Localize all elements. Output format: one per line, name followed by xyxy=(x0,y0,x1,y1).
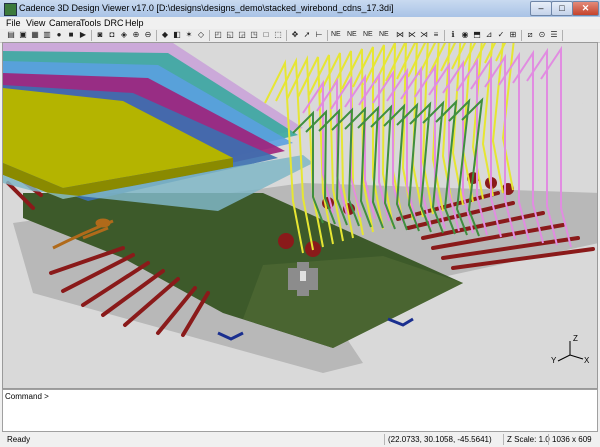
play-icon[interactable]: ▶ xyxy=(78,30,88,40)
axis-y-label: Y xyxy=(551,356,557,365)
view-left-icon[interactable]: ◲ xyxy=(237,30,247,40)
net-text-button[interactable]: NE xyxy=(331,30,341,40)
save-as-icon[interactable]: ▦ xyxy=(30,30,40,40)
status-dimensions: 1036 x 609 xyxy=(548,434,592,445)
tree-icon[interactable]: ⊞ xyxy=(508,30,518,40)
camera-icon[interactable]: ◙ xyxy=(95,30,105,40)
net-text-button[interactable]: NE xyxy=(363,30,373,40)
menu-tools[interactable]: Tools xyxy=(80,17,101,29)
toolbar-separator xyxy=(562,30,563,41)
snapshot-icon[interactable]: ◘ xyxy=(107,30,117,40)
shape-icon[interactable]: ⬒ xyxy=(472,30,482,40)
toolbar: ▤ ▣ ▦ ▥ ● ■ ▶ ◙ ◘ ◈ ⊕ ⊖ ◆ ◧ ✶ ◇ ◰ ◱ ◲ ◳ □ ⬚ ✥ ➚ ⊢ NE NE NE NE ⋈ ⋉ ⋊ ≡ ℹ ◉ ⬒… xyxy=(0,29,600,43)
net-highlight-icon[interactable]: ⋉ xyxy=(407,30,417,40)
ruler-icon[interactable]: ⊿ xyxy=(484,30,494,40)
command-panel[interactable]: Command > xyxy=(2,389,598,432)
view-fit-icon[interactable]: ⬚ xyxy=(273,30,283,40)
layers-panel-icon[interactable]: ☰ xyxy=(549,30,559,40)
net-clear-icon[interactable]: ⋊ xyxy=(419,30,429,40)
maximize-button[interactable]: □ xyxy=(551,1,573,16)
status-coordinates: (22.0733, 30.1058, -45.5641) xyxy=(384,434,492,445)
status-ready: Ready xyxy=(7,435,31,444)
folder-open-icon[interactable]: ▤ xyxy=(6,30,16,40)
toolbar-separator xyxy=(209,30,210,41)
net-text-button[interactable]: NE xyxy=(379,30,389,40)
toolbar-separator xyxy=(444,30,445,41)
pin-icon[interactable]: ⊙ xyxy=(537,30,547,40)
view-box-icon[interactable]: □ xyxy=(261,30,271,40)
cross-section-icon[interactable]: ⧄ xyxy=(525,30,535,40)
status-bar: Ready (22.0733, 30.1058, -45.5641) Z Sca… xyxy=(0,432,600,447)
menu-help[interactable]: Help xyxy=(125,17,144,29)
view-iso-icon[interactable]: ◰ xyxy=(213,30,223,40)
zoom-out-icon[interactable]: ⊖ xyxy=(143,30,153,40)
measure-icon[interactable]: ⊢ xyxy=(314,30,324,40)
axis-x-label: X xyxy=(584,356,590,365)
menu-bar: File View Camera Tools DRC Help xyxy=(0,17,600,29)
net-text-button[interactable]: NE xyxy=(347,30,357,40)
net-list-icon[interactable]: ≡ xyxy=(431,30,441,40)
toolbar-separator xyxy=(286,30,287,41)
menu-view[interactable]: View xyxy=(26,17,45,29)
select-icon[interactable]: ➚ xyxy=(302,30,312,40)
pcb-3d-scene: Z Y X xyxy=(3,43,597,388)
check-icon[interactable]: ✓ xyxy=(496,30,506,40)
axis-z-label: Z xyxy=(573,334,578,343)
die-stack xyxy=(3,43,313,211)
stop-icon[interactable]: ■ xyxy=(66,30,76,40)
save-icon[interactable]: ▣ xyxy=(18,30,28,40)
menu-camera[interactable]: Camera xyxy=(49,17,81,29)
window-title: Cadence 3D Design Viewer v17.0 [D:\desig… xyxy=(19,3,394,13)
layer-icon[interactable]: ◧ xyxy=(172,30,182,40)
zoom-in-icon[interactable]: ⊕ xyxy=(131,30,141,40)
status-zscale: Z Scale: 1.0 xyxy=(503,434,550,445)
toolbar-separator xyxy=(91,30,92,41)
toolbar-separator xyxy=(156,30,157,41)
color-icon[interactable]: ◆ xyxy=(160,30,170,40)
render-icon[interactable]: ◈ xyxy=(119,30,129,40)
toolbar-separator xyxy=(521,30,522,41)
3d-viewport[interactable]: Z Y X xyxy=(2,42,598,389)
net-icon[interactable]: ⋈ xyxy=(395,30,405,40)
view-top-icon[interactable]: ◱ xyxy=(225,30,235,40)
title-bar: Cadence 3D Design Viewer v17.0 [D:\desig… xyxy=(0,0,600,18)
menu-file[interactable]: File xyxy=(6,17,21,29)
toolbar-separator xyxy=(327,30,328,41)
command-prompt: Command > xyxy=(5,392,49,401)
menu-drc[interactable]: DRC xyxy=(104,17,124,29)
view-front-icon[interactable]: ◳ xyxy=(249,30,259,40)
app-logo-icon xyxy=(4,3,17,16)
print-icon[interactable]: ▥ xyxy=(42,30,52,40)
wireframe-icon[interactable]: ◇ xyxy=(196,30,206,40)
close-button[interactable]: ✕ xyxy=(572,1,599,16)
pan-icon[interactable]: ✥ xyxy=(290,30,300,40)
eye-icon[interactable]: ◉ xyxy=(460,30,470,40)
record-icon[interactable]: ● xyxy=(54,30,64,40)
minimize-button[interactable]: – xyxy=(530,1,552,16)
info-icon[interactable]: ℹ xyxy=(448,30,458,40)
light-icon[interactable]: ✶ xyxy=(184,30,194,40)
